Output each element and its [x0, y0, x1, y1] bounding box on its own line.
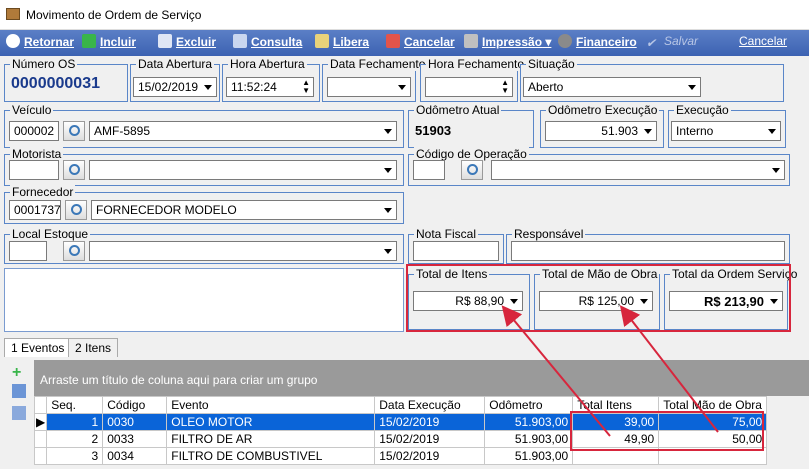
chevron-down-icon	[398, 85, 406, 90]
local-estoque-code-field[interactable]	[9, 241, 47, 261]
plus-icon	[82, 34, 96, 48]
nota-fiscal-group: Nota Fiscal	[408, 227, 504, 264]
chevron-down-icon	[384, 249, 392, 254]
execucao-select[interactable]: Interno	[671, 121, 781, 141]
veiculo-select[interactable]: AMF-5895	[89, 121, 397, 141]
grid-totals-highlight	[570, 411, 764, 451]
chevron-down-icon	[384, 208, 392, 213]
toolbar: Retornar Incluir Excluir Consulta Libera…	[0, 30, 809, 56]
hora-fechamento-field[interactable]: ▲ ▼	[425, 77, 513, 97]
copy-icon[interactable]	[12, 384, 26, 398]
motorista-lookup-button[interactable]	[63, 160, 85, 180]
local-estoque-select[interactable]	[89, 241, 397, 261]
codigo-operacao-lookup-button[interactable]	[461, 160, 483, 180]
data-fechamento-group: Data Fechamento	[322, 57, 428, 102]
back-arrow-icon	[6, 34, 20, 48]
data-abertura-field[interactable]: 15/02/2019	[133, 77, 217, 97]
gears-icon	[558, 34, 572, 48]
chevron-down-icon	[204, 85, 212, 90]
col-evento[interactable]: Evento	[166, 396, 376, 414]
retornar-button[interactable]: Retornar	[6, 34, 74, 49]
chevron-down-icon	[688, 85, 696, 90]
incluir-button[interactable]: Incluir	[82, 34, 136, 49]
veiculo-group: Veículo 000002 AMF-5895	[4, 103, 404, 148]
motorista-group: Motorista	[4, 147, 404, 186]
fornecedor-lookup-button[interactable]	[65, 200, 87, 220]
check-icon: ✔	[646, 36, 657, 50]
search-icon	[233, 34, 247, 48]
odometro-atual-value: 51903	[415, 123, 452, 138]
spinner-icon: ▲ ▼	[302, 78, 310, 95]
responsavel-group: Responsável	[506, 227, 790, 264]
chevron-down-icon	[768, 129, 776, 134]
hora-abertura-group: Hora Abertura 11:52:24 ▲ ▼	[222, 57, 320, 102]
window-title: Movimento de Ordem de Serviço	[26, 8, 202, 22]
veiculo-lookup-button[interactable]	[63, 121, 85, 141]
local-estoque-lookup-button[interactable]	[63, 241, 85, 261]
spinner-icon: ▲ ▼	[501, 78, 509, 95]
add-event-icon[interactable]: +	[12, 364, 21, 382]
salvar-button[interactable]: ✔ Salvar	[646, 34, 698, 50]
tab-eventos[interactable]: 1 Eventos	[4, 338, 72, 357]
data-abertura-group: Data Abertura 15/02/2019	[130, 57, 220, 102]
printer-icon	[464, 34, 478, 48]
codigo-operacao-select[interactable]	[491, 160, 785, 180]
tab-strip: 1 Eventos 2 Itens	[4, 336, 809, 358]
motorista-code-field[interactable]	[9, 160, 59, 180]
motorista-select[interactable]	[89, 160, 397, 180]
codigo-operacao-group: Código de Operação	[408, 147, 790, 186]
chevron-down-icon	[384, 129, 392, 134]
edit-icon[interactable]	[12, 406, 26, 420]
delete-icon	[158, 34, 172, 48]
veiculo-code-field[interactable]: 000002	[9, 121, 59, 141]
situacao-select[interactable]: Aberto	[523, 77, 701, 97]
hora-abertura-field[interactable]: 11:52:24 ▲ ▼	[226, 77, 314, 97]
responsavel-field[interactable]	[511, 241, 785, 261]
totals-highlight	[406, 264, 791, 332]
col-seq[interactable]: Seq.	[46, 396, 104, 414]
local-estoque-group: Local Estoque	[4, 227, 404, 264]
tab-itens[interactable]: 2 Itens	[68, 338, 119, 357]
group-by-panel[interactable]: Arraste um título de coluna aqui para cr…	[34, 360, 809, 396]
app-icon	[6, 8, 20, 20]
chevron-down-icon	[772, 168, 780, 173]
numero-os: 0000000031	[11, 75, 100, 92]
odometro-execucao-field[interactable]: 51.903	[545, 121, 657, 141]
fornecedor-select[interactable]: FORNECEDOR MODELO	[91, 200, 397, 220]
cancel-doc-icon	[386, 34, 400, 48]
data-fechamento-field[interactable]	[327, 77, 411, 97]
chevron-down-icon	[644, 129, 652, 134]
financeiro-button[interactable]: Financeiro	[558, 34, 637, 49]
situacao-group: Situação Aberto	[520, 57, 784, 102]
consulta-button[interactable]: Consulta	[233, 34, 302, 49]
group-by-hint: Arraste um título de coluna aqui para cr…	[40, 373, 318, 387]
numero-os-group: Número OS 0000000031	[4, 57, 128, 102]
impressao-button[interactable]: Impressão ▾	[464, 34, 551, 49]
col-codigo[interactable]: Código	[102, 396, 168, 414]
codigo-operacao-code-field[interactable]	[413, 160, 445, 180]
hora-fechamento-group: Hora Fechamento ▲ ▼	[420, 57, 527, 102]
cancelar-button[interactable]: Cancelar	[739, 34, 787, 48]
grid-side-toolbar: +	[4, 360, 34, 469]
row-indicator-icon: ▶	[33, 413, 48, 431]
odometro-execucao-group: Odômetro Execução 51.903	[540, 103, 664, 148]
odometro-atual-group: Odômetro Atual 51903	[408, 103, 534, 148]
nota-fiscal-field[interactable]	[413, 241, 499, 261]
libera-button[interactable]: Libera	[315, 34, 369, 49]
release-icon	[315, 34, 329, 48]
col-data-execucao[interactable]: Data Execução	[374, 396, 486, 414]
execucao-group: Execução Interno	[668, 103, 786, 148]
chevron-down-icon	[384, 168, 392, 173]
observacao-panel[interactable]	[4, 268, 404, 332]
cancelar-os-button[interactable]: Cancelar	[386, 34, 455, 49]
grid-corner[interactable]	[33, 396, 48, 414]
title-bar: Movimento de Ordem de Serviço	[0, 0, 809, 30]
col-odometro[interactable]: Odômetro	[484, 396, 574, 414]
fornecedor-code-field[interactable]: 0001737	[9, 200, 61, 220]
excluir-button[interactable]: Excluir	[158, 34, 216, 49]
fornecedor-group: Fornecedor 0001737 FORNECEDOR MODELO	[4, 185, 404, 224]
